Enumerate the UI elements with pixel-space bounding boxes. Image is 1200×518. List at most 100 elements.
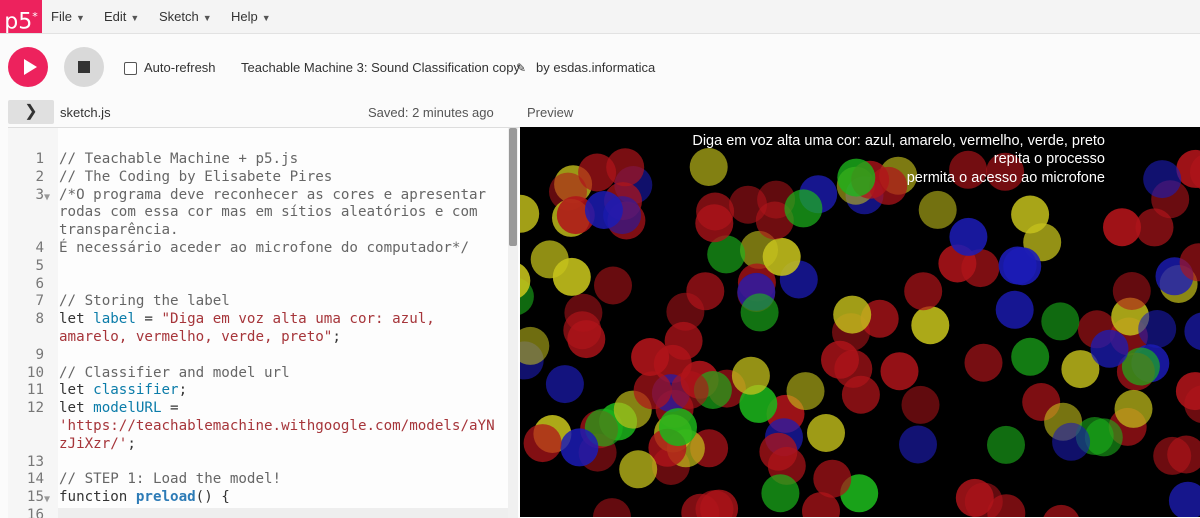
color-circle (631, 338, 670, 376)
code-line: transparência. (59, 222, 179, 240)
project-title[interactable]: Teachable Machine 3: Sound Classificatio… (241, 60, 520, 75)
instruction-text: Diga em voz alta uma cor: azul, amarelo,… (692, 133, 1105, 149)
color-circle (837, 158, 876, 197)
code-line: rodas com essa cor mas em sítios aleatór… (59, 204, 478, 222)
code-line: // The Coding by Elisabete Pires (59, 169, 332, 187)
auto-refresh-label[interactable]: Auto-refresh (144, 60, 216, 75)
code-line: let modelURL = (59, 400, 179, 418)
chevron-down-icon: ▼ (261, 13, 271, 23)
menu-file[interactable]: File ▼ (51, 9, 85, 24)
code-token: rodas com essa cor mas em sítios aleatór… (59, 204, 478, 221)
play-icon (24, 59, 37, 75)
color-circle (1112, 272, 1151, 310)
code-line: // Classifier and model url (59, 365, 290, 383)
color-circle (619, 450, 658, 489)
code-token: "Diga em voz alta uma cor: azul, (161, 311, 435, 328)
code-token: amarelo, vermelho, verde, preto" (59, 329, 333, 345)
repeat-text: repita o processo (993, 151, 1105, 167)
expand-sidebar-button[interactable]: ❯ (8, 100, 54, 124)
line-number: 11 (26, 382, 44, 399)
color-circle (786, 372, 825, 411)
color-circle (520, 194, 540, 233)
chevron-down-icon: ▼ (130, 13, 140, 23)
line-number: 15 (26, 489, 44, 506)
sketch-preview-canvas[interactable]: Diga em voz alta uma cor: azul, amarelo,… (520, 127, 1200, 517)
code-token: ; (332, 329, 341, 345)
line-number: 2 (35, 168, 44, 185)
color-circle (911, 306, 950, 345)
pencil-icon[interactable]: ✎ (516, 61, 526, 75)
p5-logo[interactable]: p5* (0, 0, 42, 35)
code-line: // Storing the label (59, 293, 230, 311)
logo-text: p5 (4, 9, 33, 35)
editor-header: ❯ sketch.js Saved: 2 minutes ago (0, 99, 520, 126)
code-line: let label = "Diga em voz alta uma cor: a… (59, 311, 435, 329)
chevron-down-icon: ▼ (75, 13, 85, 23)
code-token: ; (127, 435, 136, 452)
code-token: /*O programa deve reconhecer as cores e … (59, 186, 487, 203)
menu-bar: p5* File ▼ Edit ▼ Sketch ▼ Help ▼ (0, 0, 1200, 34)
color-circle (593, 498, 631, 517)
toolbar: Auto-refresh Teachable Machine 3: Sound … (0, 34, 1200, 98)
line-number: 16 (26, 507, 44, 518)
code-token: // The Coding by Elisabete Pires (59, 168, 333, 185)
color-circle (813, 459, 852, 498)
color-circle (761, 474, 800, 513)
color-circle (1090, 329, 1129, 368)
fold-arrow-icon[interactable]: ▼ (44, 491, 50, 509)
color-circle (807, 414, 845, 452)
color-circle (1041, 302, 1080, 341)
color-circle (686, 272, 725, 311)
color-circle (1175, 372, 1200, 411)
author-link[interactable]: by esdas.informatica (536, 60, 655, 75)
color-circle (560, 428, 599, 467)
color-circle (563, 311, 602, 350)
auto-refresh-checkbox[interactable] (124, 62, 137, 75)
color-circle (633, 371, 672, 410)
code-line: let classifier; (59, 382, 187, 400)
menu-help[interactable]: Help ▼ (231, 9, 271, 24)
code-line: 'https://teachablemachine.withgoogle.com… (59, 418, 495, 436)
code-token: zJiXzr/' (59, 435, 128, 452)
code-line: // Teachable Machine + p5.js (59, 151, 298, 169)
color-circle (1114, 389, 1153, 428)
code-token: let (59, 311, 94, 328)
line-number: 6 (35, 275, 44, 292)
code-line: /*O programa deve reconhecer as cores e … (59, 187, 486, 205)
line-number: 13 (26, 453, 44, 470)
color-circle (530, 240, 569, 279)
menu-edit[interactable]: Edit ▼ (104, 9, 139, 24)
code-token: = (161, 400, 179, 417)
color-circle (731, 356, 770, 395)
code-editor[interactable]: 1 // Teachable Machine + p5.js 2 // The Cod… (8, 127, 520, 518)
menu-sketch[interactable]: Sketch ▼ (159, 9, 212, 24)
vertical-scrollbar[interactable] (508, 128, 518, 518)
stop-button[interactable] (64, 47, 104, 87)
color-circle (918, 190, 957, 229)
color-circle (670, 371, 709, 409)
line-number: 9 (35, 346, 44, 363)
color-circle (987, 425, 1025, 464)
color-circle (523, 424, 562, 463)
saved-status: Saved: 2 minutes ago (368, 105, 494, 120)
color-circle (964, 343, 1003, 382)
menu-sketch-label: Sketch (159, 9, 199, 24)
microphone-text: permita o acesso ao microfone (906, 170, 1105, 186)
scrollbar-thumb[interactable] (509, 128, 517, 246)
line-number: 4 (35, 240, 44, 256)
code-token: = (135, 311, 162, 328)
line-number: 7 (35, 293, 44, 310)
code-token: preload (135, 489, 196, 506)
color-circle (949, 217, 988, 256)
fold-arrow-icon[interactable]: ▼ (44, 189, 50, 207)
menu-help-label: Help (231, 9, 258, 24)
color-circle (841, 375, 880, 414)
code-token: let (59, 382, 94, 399)
color-circle (1135, 208, 1174, 247)
menu-edit-label: Edit (104, 9, 127, 24)
color-circle (1168, 481, 1200, 517)
play-button[interactable] (8, 47, 48, 87)
code-token: () { (195, 489, 230, 506)
line-number: 8 (35, 311, 44, 328)
code-token: transparência. (59, 222, 179, 239)
